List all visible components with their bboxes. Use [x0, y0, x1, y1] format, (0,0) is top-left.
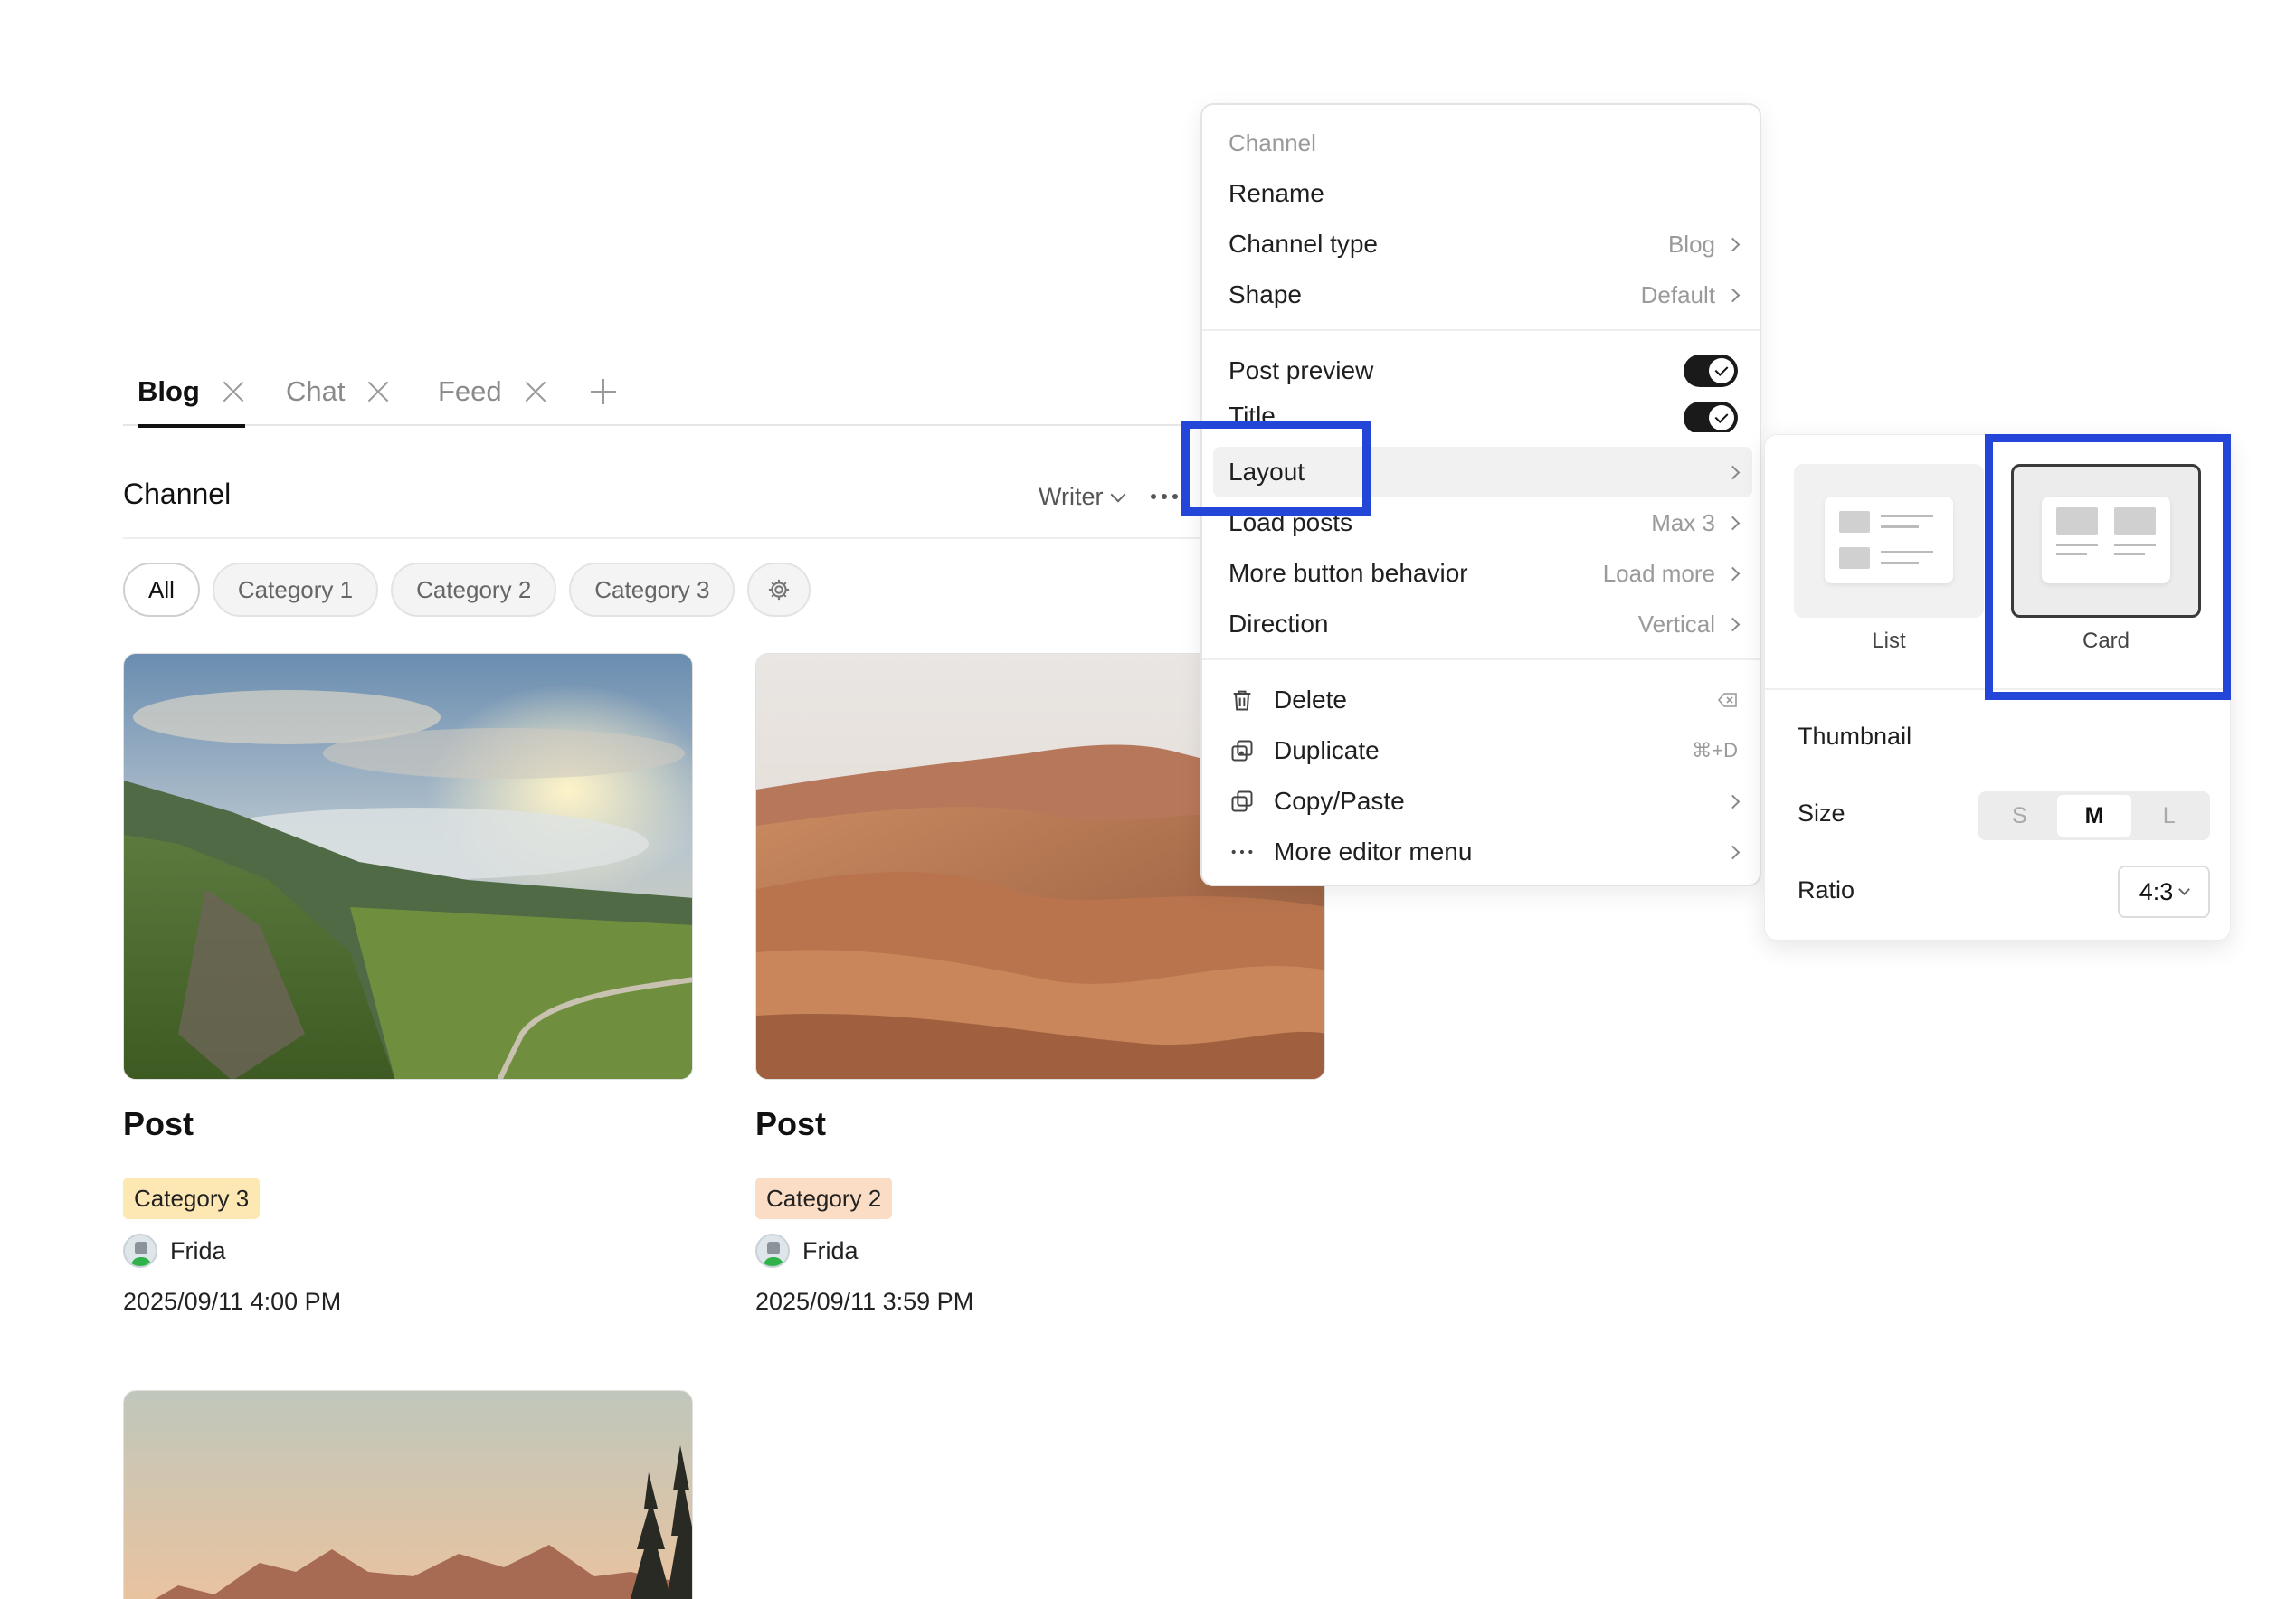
tab-feed[interactable]: Feed [438, 357, 547, 426]
ratio-label: Ratio [1798, 876, 1855, 904]
channel-title: Channel [123, 478, 232, 510]
menu-label: More button behavior [1229, 559, 1468, 587]
menu-section-channel: Channel [1229, 128, 1316, 156]
writer-dropdown[interactable]: Writer [1039, 483, 1125, 511]
menu-divider [1202, 329, 1760, 331]
divider [123, 537, 1209, 539]
layout-option-label: List [1872, 629, 1906, 653]
author-name: Frida [170, 1236, 226, 1264]
menu-label: Channel type [1229, 230, 1379, 258]
shortcut-hint: ⌘+D [1692, 739, 1738, 762]
settings-gear-icon[interactable] [747, 563, 811, 617]
menu-value: Load more [1602, 559, 1715, 587]
chevron-down-icon [2178, 883, 2191, 895]
menu-label: Direction [1229, 610, 1329, 638]
trash-icon [1229, 686, 1256, 714]
avatar [123, 1234, 157, 1268]
size-option-m[interactable]: M [2056, 795, 2132, 837]
list-layout-preview-icon [1825, 497, 1953, 583]
author-name: Frida [802, 1236, 859, 1264]
menu-item-delete[interactable]: Delete [1202, 675, 1763, 725]
thumbnail-label: Thumbnail [1798, 723, 1912, 750]
size-option-l[interactable]: L [2131, 795, 2206, 837]
chevron-right-icon [1725, 566, 1741, 581]
menu-label: Copy/Paste [1274, 787, 1405, 815]
menu-label: Duplicate [1274, 736, 1380, 764]
chip-category-1[interactable]: Category 1 [212, 563, 379, 617]
ratio-select[interactable]: 4:3 [2118, 866, 2210, 918]
menu-item-direction[interactable]: Direction Vertical [1202, 599, 1763, 649]
menu-item-channel-type[interactable]: Channel type Blog [1202, 219, 1763, 270]
chevron-right-icon [1725, 845, 1741, 859]
size-option-s[interactable]: S [1982, 795, 2057, 837]
category-filter: All Category 1 Category 2 Category 3 [123, 563, 811, 617]
layout-option-list[interactable] [1794, 464, 1984, 618]
menu-item-copy-paste[interactable]: Copy/Paste [1202, 776, 1763, 827]
copy-icon [1229, 788, 1256, 815]
tab-label: Feed [438, 375, 502, 407]
tab-blog[interactable]: Blog [138, 357, 245, 428]
menu-value: Blog [1667, 230, 1715, 258]
chevron-right-icon [1725, 465, 1741, 479]
menu-item-more-button-behavior[interactable]: More button behavior Load more [1202, 548, 1763, 599]
post-date: 2025/09/11 3:59 PM [755, 1288, 974, 1315]
post-thumbnail[interactable] [123, 653, 693, 1080]
chevron-down-icon [1110, 487, 1125, 502]
chip-all[interactable]: All [123, 563, 200, 617]
menu-value: Default [1640, 280, 1715, 308]
chevron-right-icon [1725, 288, 1741, 302]
chip-category-2[interactable]: Category 2 [391, 563, 557, 617]
chevron-right-icon [1725, 794, 1741, 809]
post-title[interactable]: Post [755, 1105, 826, 1143]
highlight-layout-item [1181, 421, 1371, 516]
menu-item-post-preview[interactable]: Post preview [1202, 345, 1763, 396]
tab-chat[interactable]: Chat [286, 357, 390, 426]
channel-tabs: Blog Chat Feed [123, 357, 1209, 428]
menu-value: Max 3 [1651, 508, 1715, 536]
backspace-icon [1717, 686, 1738, 714]
close-icon[interactable] [222, 380, 245, 403]
size-label: Size [1798, 800, 1845, 827]
ratio-value: 4:3 [2139, 877, 2174, 905]
menu-label: More editor menu [1274, 837, 1473, 866]
menu-label: Post preview [1229, 356, 1374, 384]
thumbnail-size-segmented: S M L [1978, 791, 2210, 840]
post-preview-toggle[interactable] [1684, 355, 1738, 387]
menu-value: Vertical [1637, 610, 1715, 638]
category-badge: Category 3 [123, 1178, 261, 1219]
check-icon [1714, 410, 1729, 423]
post-title[interactable]: Post [123, 1105, 194, 1143]
chip-category-3[interactable]: Category 3 [569, 563, 735, 617]
chevron-right-icon [1725, 617, 1741, 631]
close-icon[interactable] [366, 380, 390, 403]
close-icon[interactable] [524, 380, 547, 403]
menu-divider [1202, 658, 1760, 660]
title-toggle[interactable] [1684, 402, 1738, 432]
post-author: Frida [123, 1234, 226, 1268]
menu-label: Delete [1274, 686, 1347, 714]
menu-label: Shape [1229, 280, 1302, 308]
tab-label: Blog [138, 375, 200, 407]
avatar [755, 1234, 790, 1268]
category-badge: Category 2 [755, 1178, 893, 1219]
highlight-card-option [1985, 434, 2231, 700]
check-icon [1714, 363, 1729, 376]
writer-label: Writer [1039, 483, 1104, 510]
tab-label: Chat [286, 375, 346, 407]
menu-item-duplicate[interactable]: Duplicate ⌘+D [1202, 725, 1763, 776]
post-author: Frida [755, 1234, 859, 1268]
duplicate-icon [1229, 737, 1256, 764]
post-date: 2025/09/11 4:00 PM [123, 1288, 342, 1315]
menu-item-shape[interactable]: Shape Default [1202, 270, 1763, 320]
menu-label: Rename [1229, 179, 1324, 207]
post-thumbnail[interactable] [123, 1390, 693, 1599]
ellipsis-icon [1229, 838, 1256, 866]
chevron-right-icon [1725, 516, 1741, 530]
add-tab-icon[interactable] [589, 377, 618, 406]
more-icon[interactable] [1151, 494, 1178, 499]
chevron-right-icon [1725, 237, 1741, 251]
menu-item-more-editor-menu[interactable]: More editor menu [1202, 827, 1763, 877]
menu-item-rename[interactable]: Rename [1202, 168, 1763, 219]
